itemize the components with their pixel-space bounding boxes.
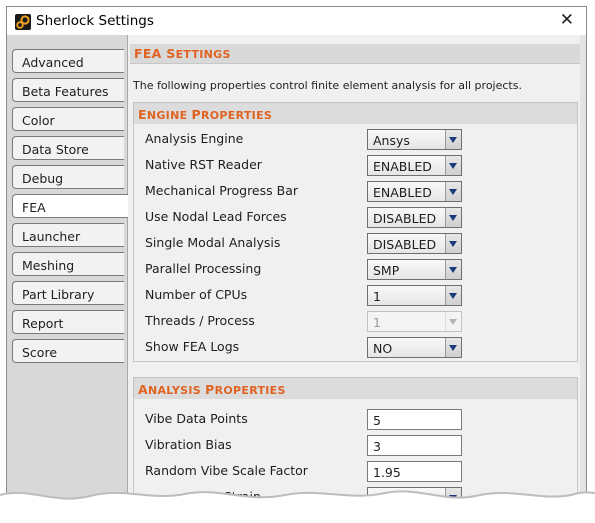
use-nodal-lead-forces-value: DISABLED: [373, 211, 437, 226]
single-modal-analysis-select[interactable]: DISABLED: [367, 233, 462, 254]
mechanical-progress-bar-select[interactable]: ENABLED: [367, 181, 462, 202]
fea-description: The following properties control finite …: [133, 79, 522, 92]
fea-settings-header: FEA SETTINGS: [130, 44, 584, 64]
chevron-down-icon: [449, 267, 457, 273]
tab-data-store[interactable]: Data Store: [12, 136, 124, 160]
tab-meshing[interactable]: Meshing: [12, 252, 124, 276]
use-nodal-lead-forces-label: Use Nodal Lead Forces: [145, 209, 287, 224]
engine-properties-title: ENGINE PROPERTIES: [138, 107, 273, 122]
sherlock-gear-icon: [15, 14, 31, 30]
vertical-scrollbar[interactable]: [580, 35, 586, 510]
tab-advanced[interactable]: Advanced: [12, 49, 124, 73]
mechanical-progress-bar-value: ENABLED: [373, 185, 432, 200]
fea-settings-title: FEA SETTINGS: [134, 46, 231, 61]
torn-edge-decoration: [0, 490, 595, 523]
engine-properties-header: ENGINE PROPERTIES: [134, 103, 577, 124]
window-title: Sherlock Settings: [36, 13, 154, 29]
tab-fea[interactable]: FEA: [12, 194, 128, 218]
chevron-down-icon: [449, 189, 457, 195]
vibe-data-points-input[interactable]: 5: [367, 409, 462, 430]
native-rst-reader-value: ENABLED: [373, 159, 432, 174]
native-rst-reader-label: Native RST Reader: [145, 157, 262, 172]
analysis-properties-header: ANALYSIS PROPERTIES: [134, 378, 577, 399]
parallel-processing-label: Parallel Processing: [145, 261, 262, 276]
analysis-properties-title: ANALYSIS PROPERTIES: [138, 382, 286, 397]
analysis-engine-select[interactable]: Ansys: [367, 129, 462, 150]
analysis-engine-value: Ansys: [373, 133, 410, 148]
use-nodal-lead-forces-select[interactable]: DISABLED: [367, 207, 462, 228]
mechanical-progress-bar-label: Mechanical Progress Bar: [145, 183, 298, 198]
threads-per-process-label: Threads / Process: [145, 313, 255, 328]
tab-launcher[interactable]: Launcher: [12, 223, 124, 247]
dialog-client: Advanced Beta Features Color Data Store …: [7, 35, 586, 510]
close-icon[interactable]: ✕: [560, 10, 574, 30]
settings-window: Sherlock Settings ✕ Advanced Beta Featur…: [6, 6, 587, 511]
native-rst-reader-select[interactable]: ENABLED: [367, 155, 462, 176]
tab-debug[interactable]: Debug: [12, 165, 124, 189]
chevron-down-icon: [449, 319, 457, 325]
settings-content: FEA SETTINGS The following properties co…: [128, 35, 586, 510]
single-modal-analysis-label: Single Modal Analysis: [145, 235, 281, 250]
tab-color[interactable]: Color: [12, 107, 124, 131]
title-bar: Sherlock Settings ✕: [7, 7, 586, 35]
number-of-cpus-select[interactable]: 1: [367, 285, 462, 306]
show-fea-logs-label: Show FEA Logs: [145, 339, 240, 354]
analysis-engine-label: Analysis Engine: [145, 131, 244, 146]
tab-part-library[interactable]: Part Library: [12, 281, 124, 305]
chevron-down-icon: [449, 241, 457, 247]
show-fea-logs-select[interactable]: NO: [367, 337, 462, 358]
vibe-data-points-label: Vibe Data Points: [145, 411, 248, 426]
chevron-down-icon: [449, 215, 457, 221]
random-vibe-scale-factor-label: Random Vibe Scale Factor: [145, 463, 308, 478]
parallel-processing-value: SMP: [373, 263, 400, 278]
tab-beta-features[interactable]: Beta Features: [12, 78, 124, 102]
threads-per-process-select: 1: [367, 311, 462, 332]
show-fea-logs-value: NO: [373, 341, 393, 356]
single-modal-analysis-value: DISABLED: [373, 237, 437, 252]
tab-score[interactable]: Score: [12, 339, 124, 363]
number-of-cpus-label: Number of CPUs: [145, 287, 248, 302]
tab-report[interactable]: Report: [12, 310, 124, 334]
parallel-processing-select[interactable]: SMP: [367, 259, 462, 280]
number-of-cpus-value: 1: [373, 289, 381, 304]
category-sidebar: Advanced Beta Features Color Data Store …: [7, 35, 128, 510]
vibration-bias-input[interactable]: 3: [367, 435, 462, 456]
chevron-down-icon: [449, 293, 457, 299]
engine-properties-section: ENGINE PROPERTIES Analysis Engine Ansys …: [133, 102, 578, 362]
threads-per-process-value: 1: [373, 315, 381, 330]
vibration-bias-label: Vibration Bias: [145, 437, 232, 452]
chevron-down-icon: [449, 163, 457, 169]
chevron-down-icon: [449, 345, 457, 351]
chevron-down-icon: [449, 137, 457, 143]
